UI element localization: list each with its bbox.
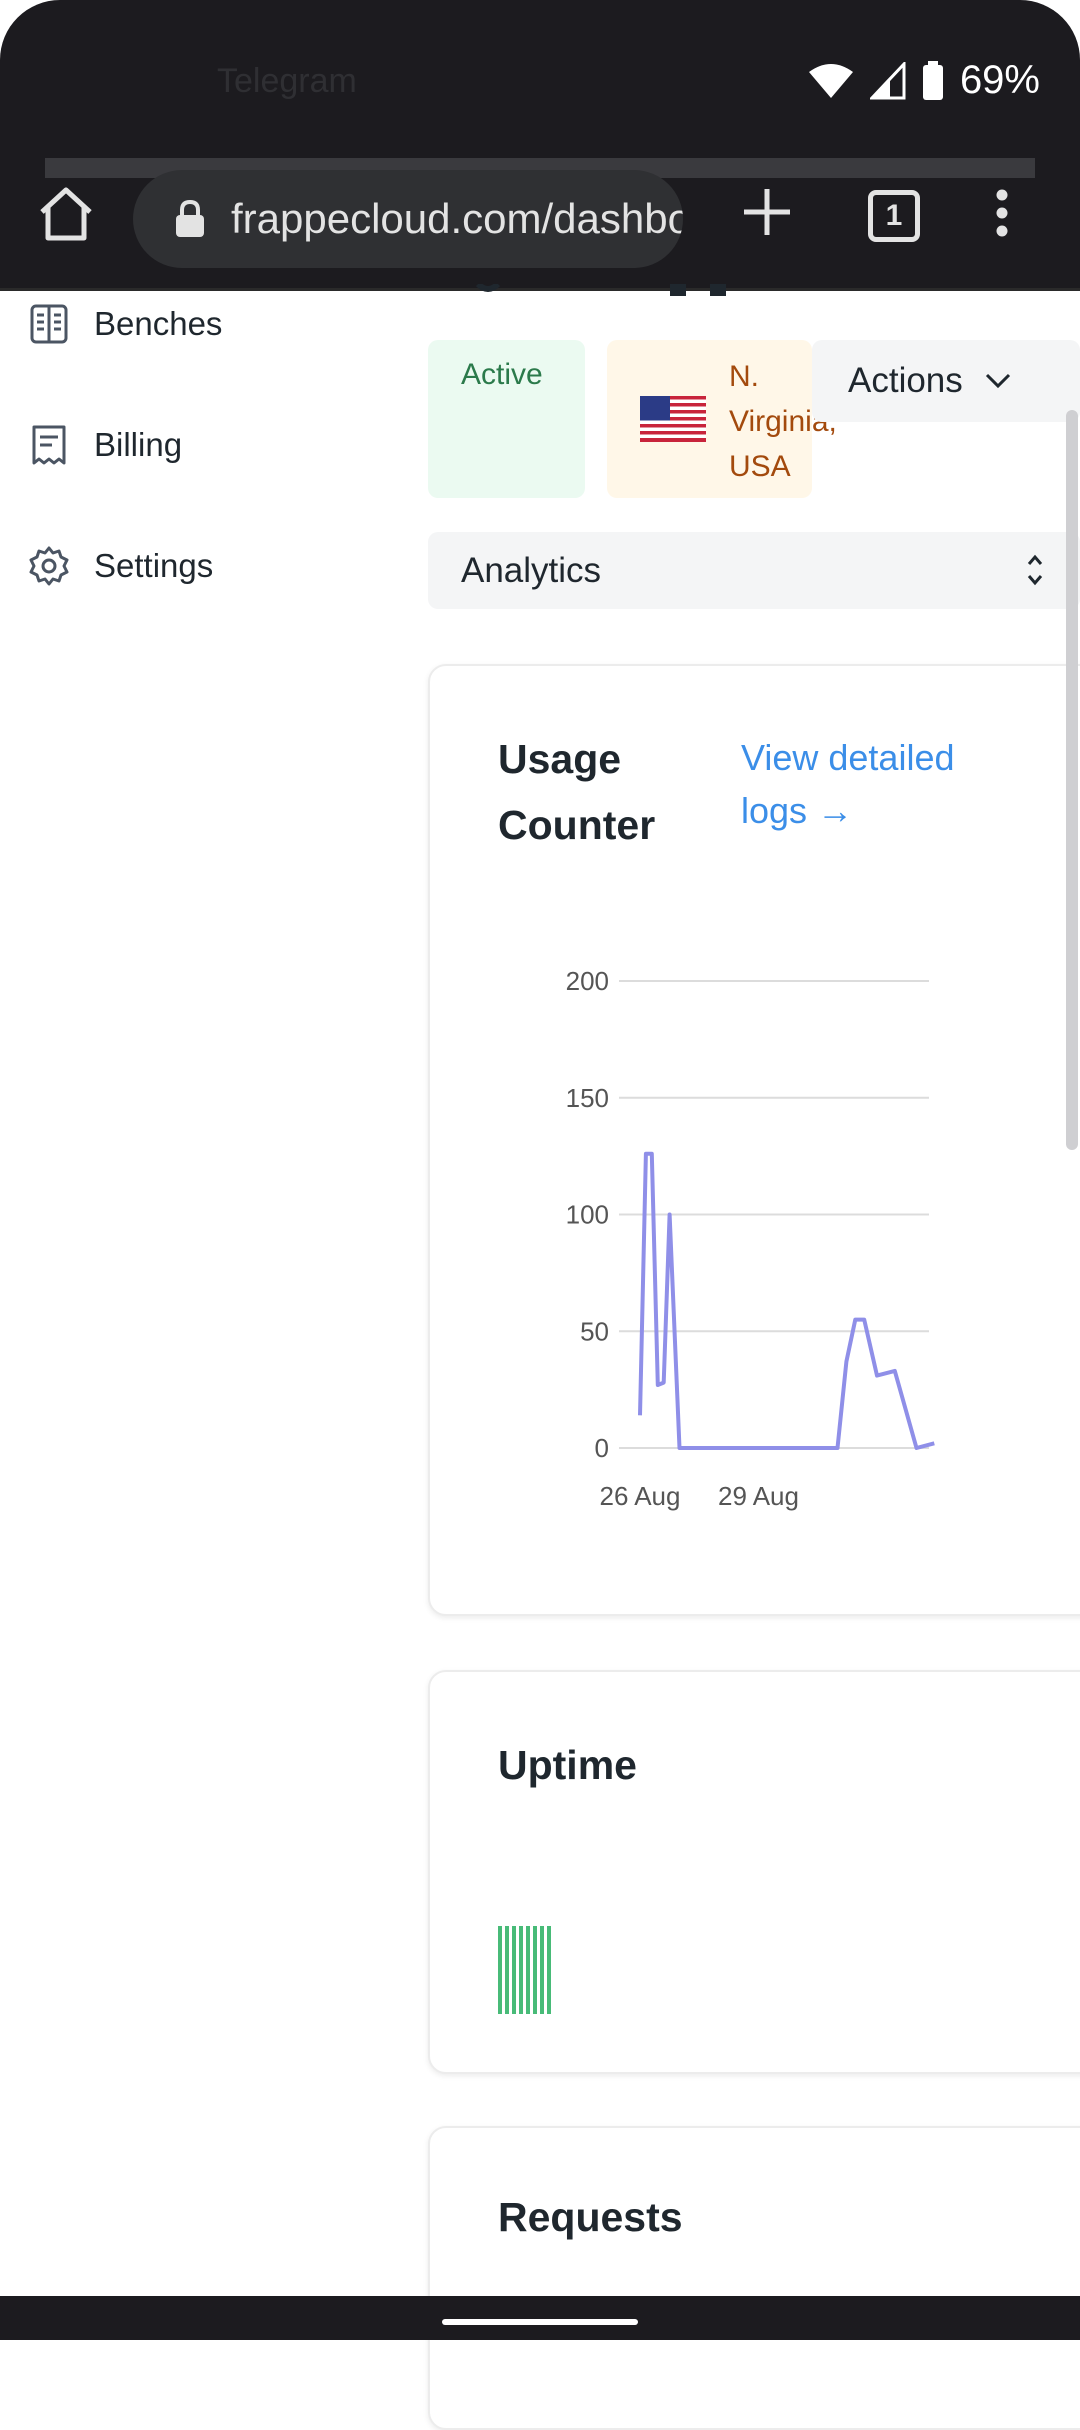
- series-line: [638, 1151, 935, 1450]
- y-tick-label: 50: [580, 1316, 609, 1346]
- uptime-bars: [498, 1926, 551, 2014]
- battery-icon: [922, 60, 943, 100]
- browser-chrome: Telegram 69% frappecloud.com/dashboard 1: [0, 0, 1080, 290]
- sidebar-item-label: Benches: [94, 305, 223, 342]
- system-nav-bar: [0, 2296, 1080, 2340]
- tab-select-value: Analytics: [461, 550, 602, 590]
- uptime-bar[interactable]: [505, 1926, 509, 2014]
- sidebar-item-billing[interactable]: Billing: [28, 424, 182, 466]
- receipt-icon: [32, 425, 66, 465]
- tab-select[interactable]: Analytics: [428, 532, 1080, 609]
- signal-icon: [869, 61, 906, 99]
- tab-switcher-button[interactable]: 1: [868, 190, 920, 242]
- new-tab-icon[interactable]: [740, 185, 794, 239]
- benches-icon: [30, 304, 68, 344]
- status-badge: Active: [428, 340, 585, 498]
- more-options-icon[interactable]: [995, 188, 1009, 238]
- uptime-card: Uptime: [428, 1670, 1080, 2074]
- requests-card: Requests: [428, 2126, 1080, 2430]
- wifi-icon: [808, 63, 853, 98]
- chevron-down-icon: [985, 373, 1010, 389]
- y-tick-label: 100: [566, 1200, 609, 1230]
- actions-dropdown-button[interactable]: Actions: [812, 340, 1080, 422]
- address-bar[interactable]: frappecloud.com/dashboard: [133, 170, 683, 268]
- y-tick-label: 150: [566, 1083, 609, 1113]
- uptime-bar[interactable]: [540, 1926, 544, 2014]
- gear-icon: [29, 546, 69, 586]
- home-icon[interactable]: [36, 184, 96, 244]
- usage-chart: 0 50 100 150 200 26 Aug 29 Aug: [566, 966, 935, 1511]
- status-icons: 69%: [808, 58, 1040, 103]
- region-badge: N. Virginia, USA: [607, 340, 837, 498]
- sidebar-item-benches[interactable]: Benches: [28, 303, 222, 345]
- y-tick-label: 200: [566, 966, 609, 996]
- x-tick-label: 26 Aug: [600, 1481, 681, 1511]
- uptime-bar[interactable]: [512, 1926, 516, 2014]
- uptime-bar[interactable]: [526, 1926, 530, 2014]
- select-arrows-icon: [1027, 554, 1043, 586]
- home-gesture-handle[interactable]: [442, 2319, 638, 2325]
- actions-label: Actions: [848, 361, 963, 400]
- sidebar-item-label: Billing: [94, 426, 183, 463]
- uptime-bar[interactable]: [498, 1926, 502, 2014]
- background-app-label: Telegram: [217, 62, 357, 100]
- uptime-bar[interactable]: [547, 1926, 551, 2014]
- lock-icon: [176, 199, 204, 237]
- card-title: Requests: [498, 2194, 683, 2240]
- page-scrollbar[interactable]: [1066, 410, 1078, 1150]
- us-flag-icon: [640, 396, 706, 442]
- page-title-clipped: [475, 284, 726, 296]
- x-tick-label: 29 Aug: [718, 1481, 799, 1511]
- sidebar-item-label: Settings: [94, 547, 214, 584]
- y-tick-label: 0: [595, 1433, 609, 1463]
- url-text[interactable]: frappecloud.com/dashboard: [231, 195, 683, 243]
- uptime-bar[interactable]: [533, 1926, 537, 2014]
- card-title: Uptime: [498, 1742, 637, 1788]
- usage-counter-card: Usage Counter View detailed logs → 0 50 10…: [428, 664, 1080, 1616]
- uptime-bar[interactable]: [519, 1926, 523, 2014]
- battery-percentage: 69%: [959, 58, 1040, 102]
- sidebar-item-settings[interactable]: Settings: [28, 545, 213, 587]
